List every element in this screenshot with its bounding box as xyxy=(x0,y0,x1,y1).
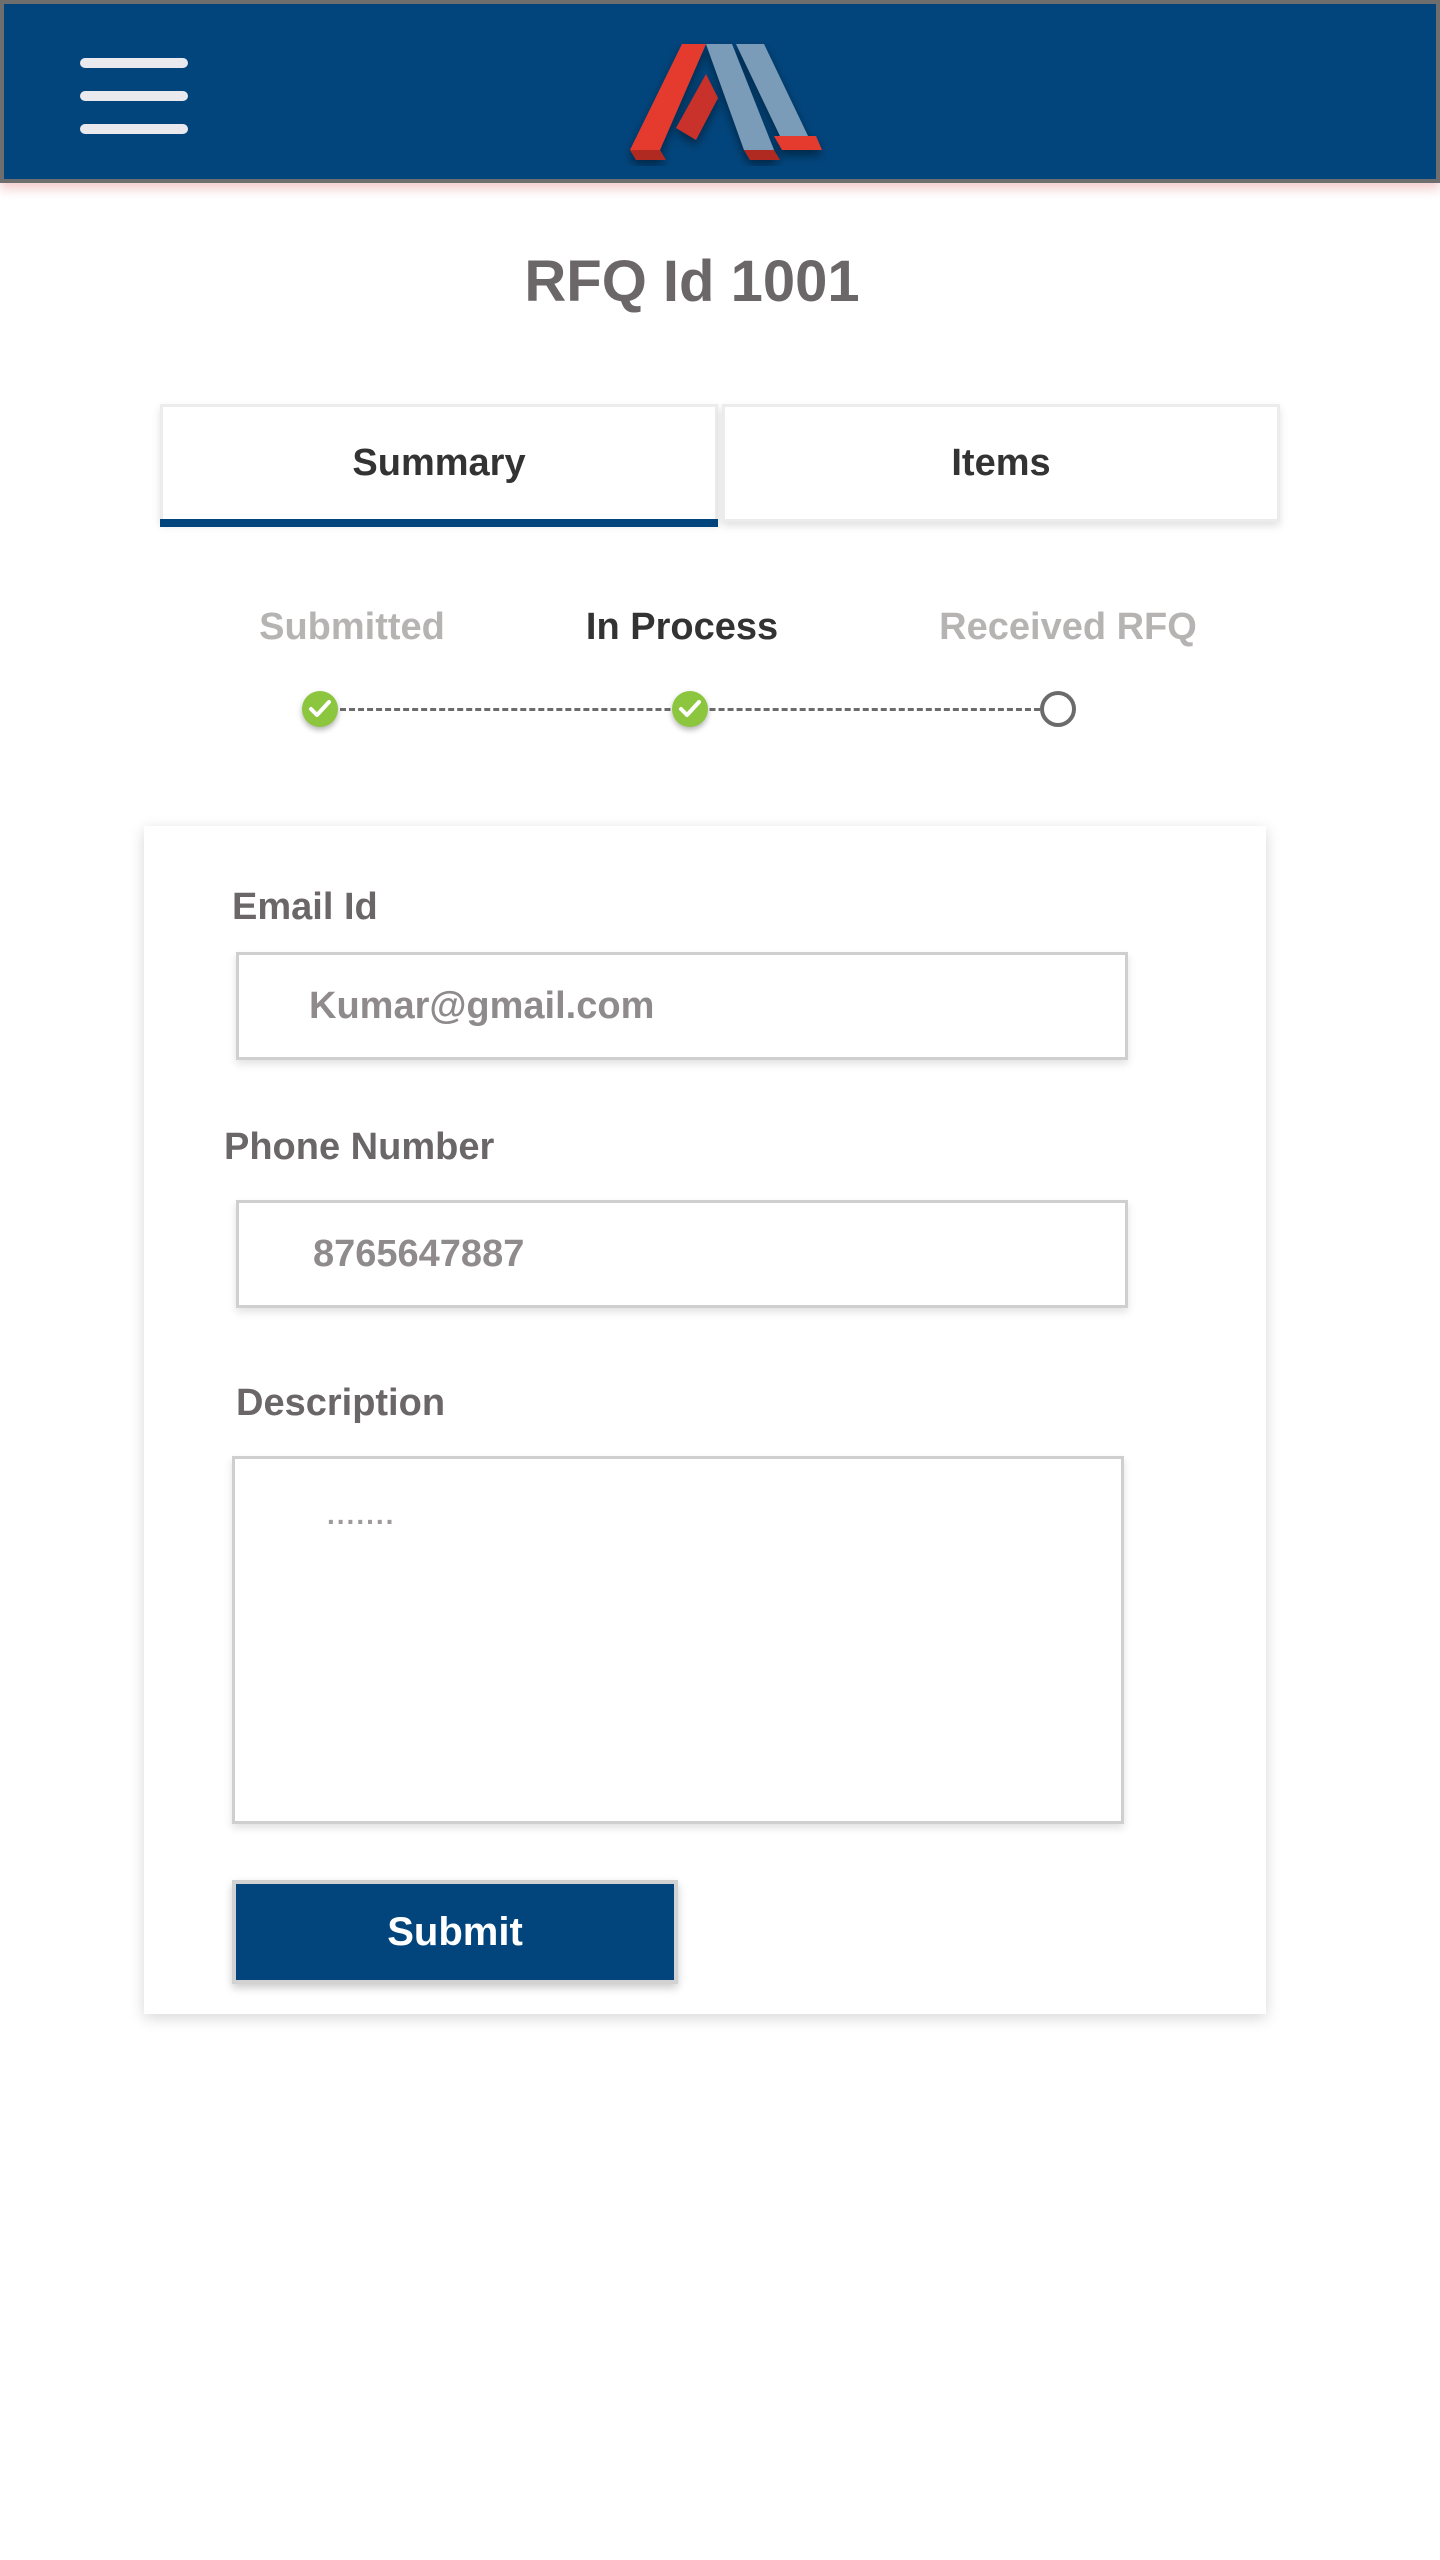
description-textarea[interactable]: ....... xyxy=(232,1456,1124,1824)
step-label-received-rfq: Received RFQ xyxy=(939,606,1197,648)
app-header xyxy=(0,0,1440,183)
empty-circle-icon xyxy=(1040,691,1076,727)
email-value: Kumar@gmail.com xyxy=(309,984,655,1027)
check-circle-icon xyxy=(302,691,338,727)
brand-logo-icon xyxy=(630,44,822,160)
rfq-form-card: Email Id Kumar@gmail.com Phone Number 87… xyxy=(144,826,1266,2014)
phone-field[interactable]: 8765647887 xyxy=(236,1200,1128,1308)
phone-label: Phone Number xyxy=(224,1126,495,1168)
email-field[interactable]: Kumar@gmail.com xyxy=(236,952,1128,1060)
tab-items[interactable]: Items xyxy=(722,404,1280,522)
tab-summary[interactable]: Summary xyxy=(160,404,718,527)
tab-bar: Summary Items xyxy=(160,404,1284,527)
page: RFQ Id 1001 Summary Items Submitted In P… xyxy=(0,0,1440,2560)
phone-value: 8765647887 xyxy=(313,1232,525,1275)
check-circle-icon xyxy=(672,691,708,727)
email-label: Email Id xyxy=(232,886,378,928)
step-label-submitted: Submitted xyxy=(259,606,445,648)
hamburger-menu-icon[interactable] xyxy=(76,56,192,138)
description-placeholder: ....... xyxy=(327,1499,396,1530)
description-label: Description xyxy=(236,1382,446,1424)
step-label-in-process: In Process xyxy=(585,606,779,648)
submit-button[interactable]: Submit xyxy=(232,1880,678,1984)
page-title: RFQ Id 1001 xyxy=(524,249,860,314)
